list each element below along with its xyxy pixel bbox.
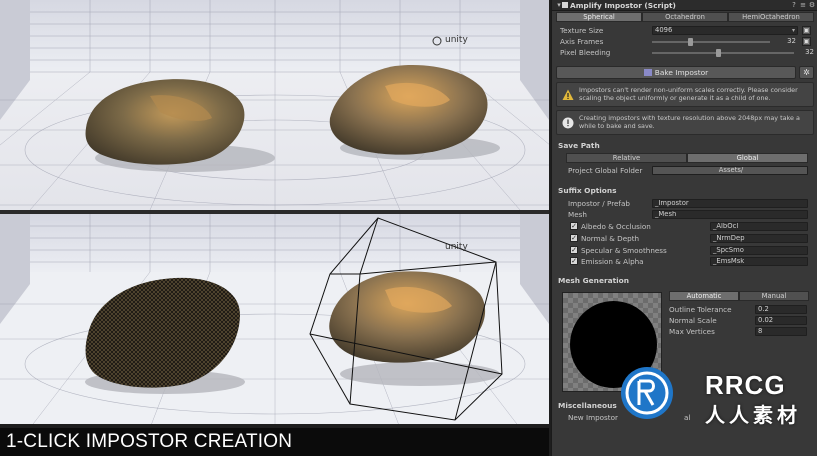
normal-scale-label: Normal Scale — [669, 316, 717, 325]
lock-icon[interactable]: ▣ — [802, 37, 811, 46]
normal-suffix-input[interactable]: _NrmDep — [710, 234, 808, 243]
new-impostor-label: New Impostor — [568, 413, 618, 422]
bake-impostor-button[interactable]: Bake Impostor — [556, 66, 796, 79]
texture-size-dropdown[interactable]: 4096 ▾ — [652, 26, 798, 35]
tab-octahedron[interactable]: Octahedron — [642, 12, 728, 22]
specular-label: Specular & Smoothness — [581, 246, 667, 255]
non-uniform-scale-warning: Impostors can't render non-uniform scale… — [556, 82, 814, 107]
rrcg-logo-icon — [621, 367, 673, 419]
warning-text: Impostors can't render non-uniform scale… — [579, 86, 798, 102]
bake-impostor-label: Bake Impostor — [654, 68, 709, 77]
warning-icon — [562, 89, 574, 100]
suffix-mesh-row: Mesh _Mesh — [556, 209, 814, 220]
component-header[interactable]: ▾ Amplify Impostor (Script) ? ≡ ⚙ — [552, 0, 817, 11]
suffix-options-header[interactable]: Suffix Options — [558, 186, 617, 195]
outline-tolerance-label: Outline Tolerance — [669, 305, 732, 314]
unity-brand-label: unity — [445, 242, 468, 252]
dropdown-arrow-icon: ▾ — [791, 27, 795, 34]
texture-size-value: 4096 — [655, 26, 673, 34]
normal-label: Normal & Depth — [581, 234, 640, 243]
info-text: Creating impostors with texture resoluti… — [579, 114, 800, 130]
max-vertices-label: Max Vertices — [669, 327, 715, 336]
pixel-bleeding-row: Pixel Bleeding 32 — [556, 47, 814, 58]
suffix-mesh-label: Mesh — [568, 210, 587, 219]
bake-settings-button[interactable]: ✲ — [799, 66, 814, 79]
project-folder-label: Project Global Folder — [568, 166, 643, 175]
normal-checkbox[interactable]: ✓ — [570, 234, 578, 242]
mesh-generation-header[interactable]: Mesh Generation — [558, 276, 629, 285]
albedo-checkbox[interactable]: ✓ — [570, 222, 578, 230]
suffix-albedo-row: ✓ Albedo & Occlusion _AlbOcl — [556, 221, 814, 232]
axis-frames-slider-track[interactable] — [652, 41, 770, 43]
project-folder-row: Project Global Folder Assets/ — [556, 165, 814, 176]
project-folder-button[interactable]: Assets/ — [652, 166, 808, 175]
outline-tolerance-row: Outline Tolerance 0.2 — [665, 304, 813, 315]
axis-frames-slider-handle[interactable] — [688, 38, 693, 46]
scene-render-top — [0, 0, 549, 210]
save-path-global[interactable]: Global — [687, 153, 808, 163]
mode-automatic[interactable]: Automatic — [669, 291, 739, 301]
emission-checkbox[interactable]: ✓ — [570, 257, 578, 265]
suffix-mesh-input[interactable]: _Mesh — [652, 210, 808, 219]
projection-tabs: Spherical Octahedron HemiOctahedron — [556, 12, 814, 22]
impostor-icon — [643, 69, 652, 76]
caption-bar: 1-CLICK IMPOSTOR CREATION — [0, 428, 549, 456]
watermark-subtitle: 人人素材 — [705, 403, 801, 427]
help-icon[interactable]: ? — [790, 1, 798, 9]
unity-brand-label: unity — [445, 35, 468, 45]
specular-suffix-input[interactable]: _SpcSmo — [710, 246, 808, 255]
outline-tolerance-input[interactable]: 0.2 — [755, 305, 807, 314]
pixel-bleeding-label: Pixel Bleeding — [560, 48, 611, 57]
mode-manual[interactable]: Manual — [739, 291, 809, 301]
mesh-generation-mode-toggle: Automatic Manual — [669, 291, 809, 301]
axis-frames-row: Axis Frames 32 ▣ — [556, 36, 814, 47]
suffix-emission-row: ✓ Emission & Alpha _EmsMsk — [556, 256, 814, 267]
save-path-header[interactable]: Save Path — [558, 141, 600, 150]
preset-icon[interactable]: ≡ — [799, 1, 807, 9]
gear-icon[interactable]: ⚙ — [808, 1, 816, 9]
max-vertices-row: Max Vertices 8 — [665, 326, 813, 337]
caption-text: 1-CLICK IMPOSTOR CREATION — [6, 431, 293, 452]
suffix-normal-row: ✓ Normal & Depth _NrmDep — [556, 233, 814, 244]
scene-viewport-top[interactable]: unity — [0, 0, 549, 210]
lock-icon[interactable]: ▣ — [802, 26, 811, 35]
axis-frames-value[interactable]: 32 — [778, 37, 796, 45]
normal-scale-input[interactable]: 0.02 — [755, 316, 807, 325]
tab-spherical[interactable]: Spherical — [556, 12, 642, 22]
settings-gear-icon: ✲ — [803, 68, 810, 77]
max-vertices-input[interactable]: 8 — [755, 327, 807, 336]
save-path-relative[interactable]: Relative — [566, 153, 687, 163]
texture-size-label: Texture Size — [560, 26, 604, 35]
texture-resolution-info: Creating impostors with texture resoluti… — [556, 110, 814, 135]
emission-suffix-input[interactable]: _EmsMsk — [710, 257, 808, 266]
albedo-label: Albedo & Occlusion — [581, 222, 651, 231]
pixel-bleeding-value[interactable]: 32 — [796, 48, 814, 56]
suffix-prefab-row: Impostor / Prefab _Impostor — [556, 198, 814, 209]
suffix-prefab-label: Impostor / Prefab — [568, 199, 630, 208]
tab-hemioctahedron[interactable]: HemiOctahedron — [728, 12, 814, 22]
enable-checkbox[interactable] — [562, 2, 568, 8]
suffix-prefab-input[interactable]: _Impostor — [652, 199, 808, 208]
emission-label: Emission & Alpha — [581, 257, 644, 266]
specular-checkbox[interactable]: ✓ — [570, 246, 578, 254]
suffix-specular-row: ✓ Specular & Smoothness _SpcSmo — [556, 245, 814, 256]
component-title: Amplify Impostor (Script) — [570, 1, 676, 10]
albedo-suffix-input[interactable]: _AlbOcl — [710, 222, 808, 231]
normal-scale-row: Normal Scale 0.02 — [665, 315, 813, 326]
info-icon — [562, 117, 574, 129]
texture-size-row: Texture Size 4096 ▾ ▣ — [556, 25, 814, 36]
save-path-toggle: Relative Global — [566, 153, 808, 163]
miscellaneous-header[interactable]: Miscellaneous — [558, 401, 617, 410]
scene-viewport-bottom[interactable]: unity — [0, 214, 549, 424]
pixel-bleeding-slider-track[interactable] — [652, 52, 794, 54]
pixel-bleeding-slider-handle[interactable] — [716, 49, 721, 57]
axis-frames-label: Axis Frames — [560, 37, 604, 46]
watermark-brand: RRCG — [705, 370, 786, 400]
